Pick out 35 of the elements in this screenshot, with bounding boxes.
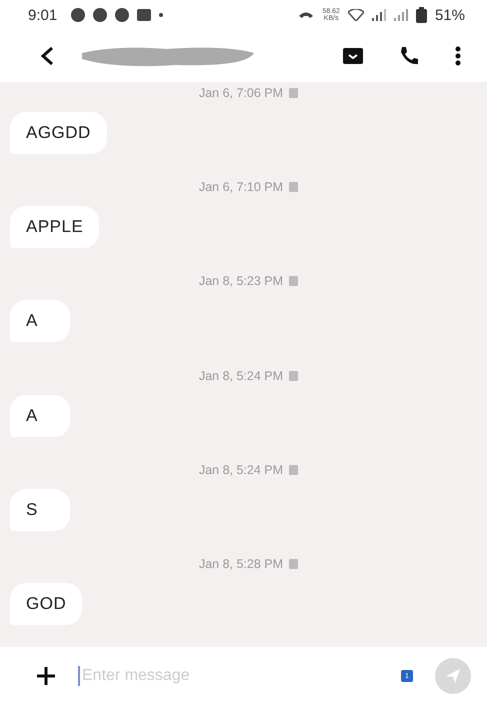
notification-icon: [115, 8, 130, 22]
battery-percent: 51%: [434, 6, 465, 24]
battery-icon: [416, 7, 427, 23]
signal-icon: [372, 9, 386, 21]
send-icon: [445, 668, 461, 684]
notification-icon: [93, 8, 108, 22]
sim-icon: [289, 88, 298, 98]
dot-icon: [159, 13, 164, 17]
message-bubble[interactable]: APPLE: [10, 206, 100, 248]
message-bubble[interactable]: S: [10, 488, 70, 531]
call-button[interactable]: [399, 46, 419, 66]
message-bubble[interactable]: AGGDD: [10, 112, 107, 154]
wifi-icon: [348, 9, 364, 21]
signal-icon: [394, 9, 408, 21]
sim-icon: [289, 182, 298, 192]
message-timestamp: Jan 6, 7:06 PM: [198, 86, 284, 100]
status-time: 9:01: [28, 6, 58, 24]
message-bubble[interactable]: GOD: [10, 582, 82, 625]
message-bubble[interactable]: A: [10, 394, 70, 437]
sim-icon: [289, 370, 298, 381]
add-button[interactable]: [36, 666, 56, 686]
message-type-button[interactable]: [343, 48, 363, 64]
sim-icon: [289, 464, 298, 475]
message-timestamp: Jan 8, 5:24 PM: [198, 462, 284, 477]
sim-icon: [289, 276, 298, 286]
back-button[interactable]: [40, 46, 54, 66]
sim-icon: [289, 558, 298, 569]
message-timestamp: Jan 6, 7:10 PM: [198, 180, 284, 194]
image-icon: [137, 9, 152, 21]
message-timestamp: Jan 8, 5:24 PM: [198, 368, 284, 383]
more-options-button[interactable]: [455, 46, 461, 66]
message-timestamp: Jan 8, 5:28 PM: [198, 556, 284, 571]
message-bubble[interactable]: A: [10, 300, 70, 342]
message-timestamp: Jan 8, 5:23 PM: [198, 274, 284, 288]
notification-icon: [71, 8, 86, 22]
